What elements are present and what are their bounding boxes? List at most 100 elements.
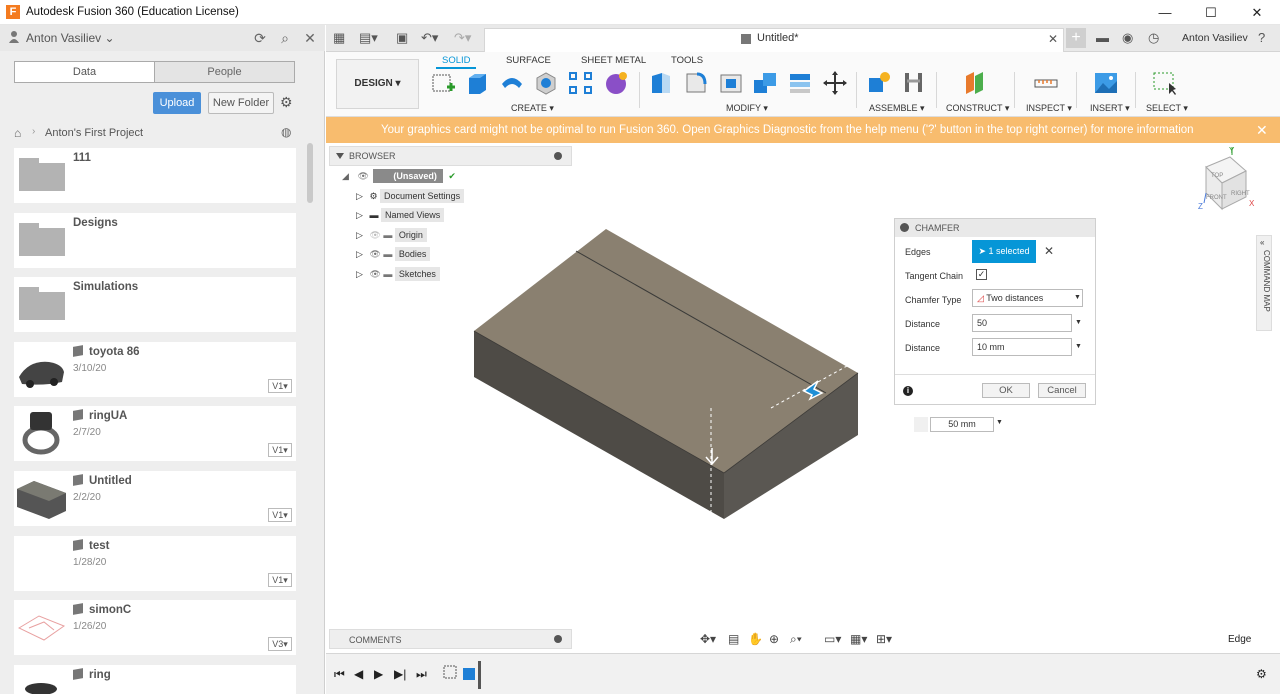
select-menu[interactable]: SELECT ▾: [1146, 103, 1188, 114]
offset-plane-icon[interactable]: [962, 70, 988, 96]
drag-handle[interactable]: [914, 417, 928, 432]
orbit-icon[interactable]: ✥▾: [700, 632, 716, 646]
browser-node[interactable]: ▷ 👁 ▬ Sketches: [356, 267, 440, 286]
pin-icon[interactable]: [554, 152, 562, 160]
offset-face-icon[interactable]: [787, 70, 813, 96]
viewports-icon[interactable]: ⊞▾: [876, 632, 892, 646]
close-panel-icon[interactable]: ✕: [302, 30, 318, 46]
tab-tools[interactable]: TOOLS: [671, 55, 703, 66]
chamfer-type-select[interactable]: ◿ Two distances ▼: [972, 289, 1083, 307]
pattern-icon[interactable]: [568, 70, 594, 96]
version-dropdown[interactable]: V1▾: [268, 379, 292, 393]
close-tab-icon[interactable]: ✕: [1048, 32, 1058, 46]
tab-sheet-metal[interactable]: SHEET METAL: [581, 55, 646, 66]
minimize-button[interactable]: —: [1142, 0, 1188, 25]
revolve-icon[interactable]: [499, 70, 525, 96]
fillet-icon[interactable]: [683, 70, 709, 96]
browser-node[interactable]: ▷ ⚙ Document Settings: [356, 189, 465, 208]
distance1-dropdown-arrow[interactable]: ▼: [1075, 319, 1082, 326]
account-name[interactable]: Anton Vasiliev: [1182, 32, 1248, 44]
search-icon[interactable]: ⌕: [277, 30, 293, 46]
save-icon[interactable]: ▣: [396, 30, 408, 46]
go-to-start-icon[interactable]: ⏮: [334, 667, 345, 682]
list-item[interactable]: 111: [14, 148, 296, 203]
scrollbar[interactable]: [307, 143, 313, 203]
play-icon[interactable]: ▶: [374, 667, 383, 681]
new-folder-button[interactable]: New Folder: [208, 92, 274, 114]
modify-menu[interactable]: MODIFY ▾: [726, 103, 768, 114]
list-item[interactable]: toyota 86 3/10/20 V1▾: [14, 342, 296, 397]
step-back-icon[interactable]: ◀: [354, 667, 363, 681]
tab-data[interactable]: Data: [15, 62, 154, 82]
insert-image-icon[interactable]: [1093, 70, 1119, 96]
distance2-input[interactable]: 10 mm: [972, 338, 1072, 356]
insert-menu[interactable]: INSERT ▾: [1090, 103, 1130, 114]
tab-surface[interactable]: SURFACE: [506, 55, 551, 66]
list-item[interactable]: test 1/28/20 V1▾: [14, 536, 296, 591]
measure-icon[interactable]: [1033, 70, 1059, 96]
version-dropdown[interactable]: V3▾: [268, 637, 292, 651]
extrude-icon[interactable]: [464, 70, 490, 96]
joint-icon[interactable]: [901, 70, 927, 96]
comments-panel[interactable]: COMMENTS: [329, 629, 572, 649]
comments-icon[interactable]: ▬: [1096, 30, 1109, 45]
browser-panel-header[interactable]: BROWSER: [329, 146, 572, 166]
list-item[interactable]: Simulations: [14, 277, 296, 332]
tab-people[interactable]: People: [154, 62, 294, 82]
version-dropdown[interactable]: V1▾: [268, 508, 292, 522]
help-icon[interactable]: ?: [1258, 30, 1265, 45]
create-menu[interactable]: CREATE ▾: [511, 103, 554, 114]
ok-button[interactable]: OK: [982, 383, 1030, 398]
info-icon[interactable]: i: [903, 386, 913, 396]
globe-icon[interactable]: ◍: [281, 125, 291, 139]
new-component-icon[interactable]: [866, 70, 892, 96]
viewport[interactable]: TOP FRONT RIGHT Y Z X BROWSER ◢ 👁 (Unsav…: [326, 143, 1280, 653]
distance2-dropdown-arrow[interactable]: ▼: [1075, 343, 1082, 350]
hole-icon[interactable]: [533, 70, 559, 96]
workspace-switcher[interactable]: DESIGN ▾: [336, 59, 419, 109]
look-at-icon[interactable]: ▤: [728, 632, 739, 646]
new-tab-button[interactable]: +: [1066, 28, 1086, 48]
press-pull-icon[interactable]: [648, 70, 674, 96]
upload-button[interactable]: Upload: [153, 92, 201, 114]
zoom-icon[interactable]: ⊕: [769, 632, 779, 646]
browser-node[interactable]: ▷ ▬ Named Views: [356, 208, 445, 227]
redo-icon[interactable]: ↷▾: [454, 30, 471, 46]
dialog-header[interactable]: CHAMFER: [895, 219, 1095, 237]
step-forward-icon[interactable]: ▶|: [394, 667, 406, 681]
move-icon[interactable]: [822, 70, 848, 96]
tab-solid[interactable]: SOLID: [442, 55, 471, 66]
collapse-triangle-icon[interactable]: [336, 153, 344, 159]
inspect-menu[interactable]: INSPECT ▾: [1026, 103, 1072, 114]
edges-selection-button[interactable]: ➤ 1 selected: [972, 240, 1036, 263]
fit-icon[interactable]: ⌕▾: [790, 632, 802, 647]
maximize-button[interactable]: ☐: [1188, 0, 1234, 25]
display-settings-icon[interactable]: ▭▾: [824, 632, 841, 646]
version-dropdown[interactable]: V1▾: [268, 573, 292, 587]
select-icon[interactable]: [1152, 70, 1178, 96]
user-menu[interactable]: Anton Vasiliev ⌄: [26, 31, 115, 45]
version-dropdown[interactable]: V1▾: [268, 443, 292, 457]
notifications-icon[interactable]: ◷: [1148, 30, 1159, 46]
create-sketch-icon[interactable]: [430, 70, 456, 96]
browser-node[interactable]: ▷ 👁 ▬ Bodies: [356, 247, 431, 266]
breadcrumb[interactable]: Anton's First Project: [45, 127, 143, 139]
browser-node[interactable]: ▷ 👁 ▬ Origin: [356, 228, 427, 247]
file-menu-icon[interactable]: ▤▾: [359, 30, 378, 46]
grid-menu-icon[interactable]: ▦: [333, 30, 345, 46]
close-warning-icon[interactable]: ✕: [1256, 117, 1268, 143]
undo-icon[interactable]: ↶▾: [421, 30, 438, 46]
home-icon[interactable]: ⌂: [14, 126, 21, 140]
expand-icon[interactable]: «: [1260, 238, 1264, 247]
dimension-input[interactable]: 50 mm: [930, 417, 994, 432]
grid-settings-icon[interactable]: ▦▾: [850, 632, 867, 646]
list-item[interactable]: simonC 1/26/20 V3▾: [14, 600, 296, 655]
command-map-panel[interactable]: « COMMAND MAP: [1256, 235, 1272, 331]
clear-selection-icon[interactable]: ✕: [1044, 244, 1054, 258]
form-icon[interactable]: [603, 70, 629, 96]
tangent-chain-checkbox[interactable]: ✓: [976, 269, 987, 280]
list-item[interactable]: ring: [14, 665, 296, 694]
close-window-button[interactable]: ✕: [1234, 0, 1280, 25]
extrude-feature-icon[interactable]: [460, 663, 480, 683]
distance1-input[interactable]: 50: [972, 314, 1072, 332]
